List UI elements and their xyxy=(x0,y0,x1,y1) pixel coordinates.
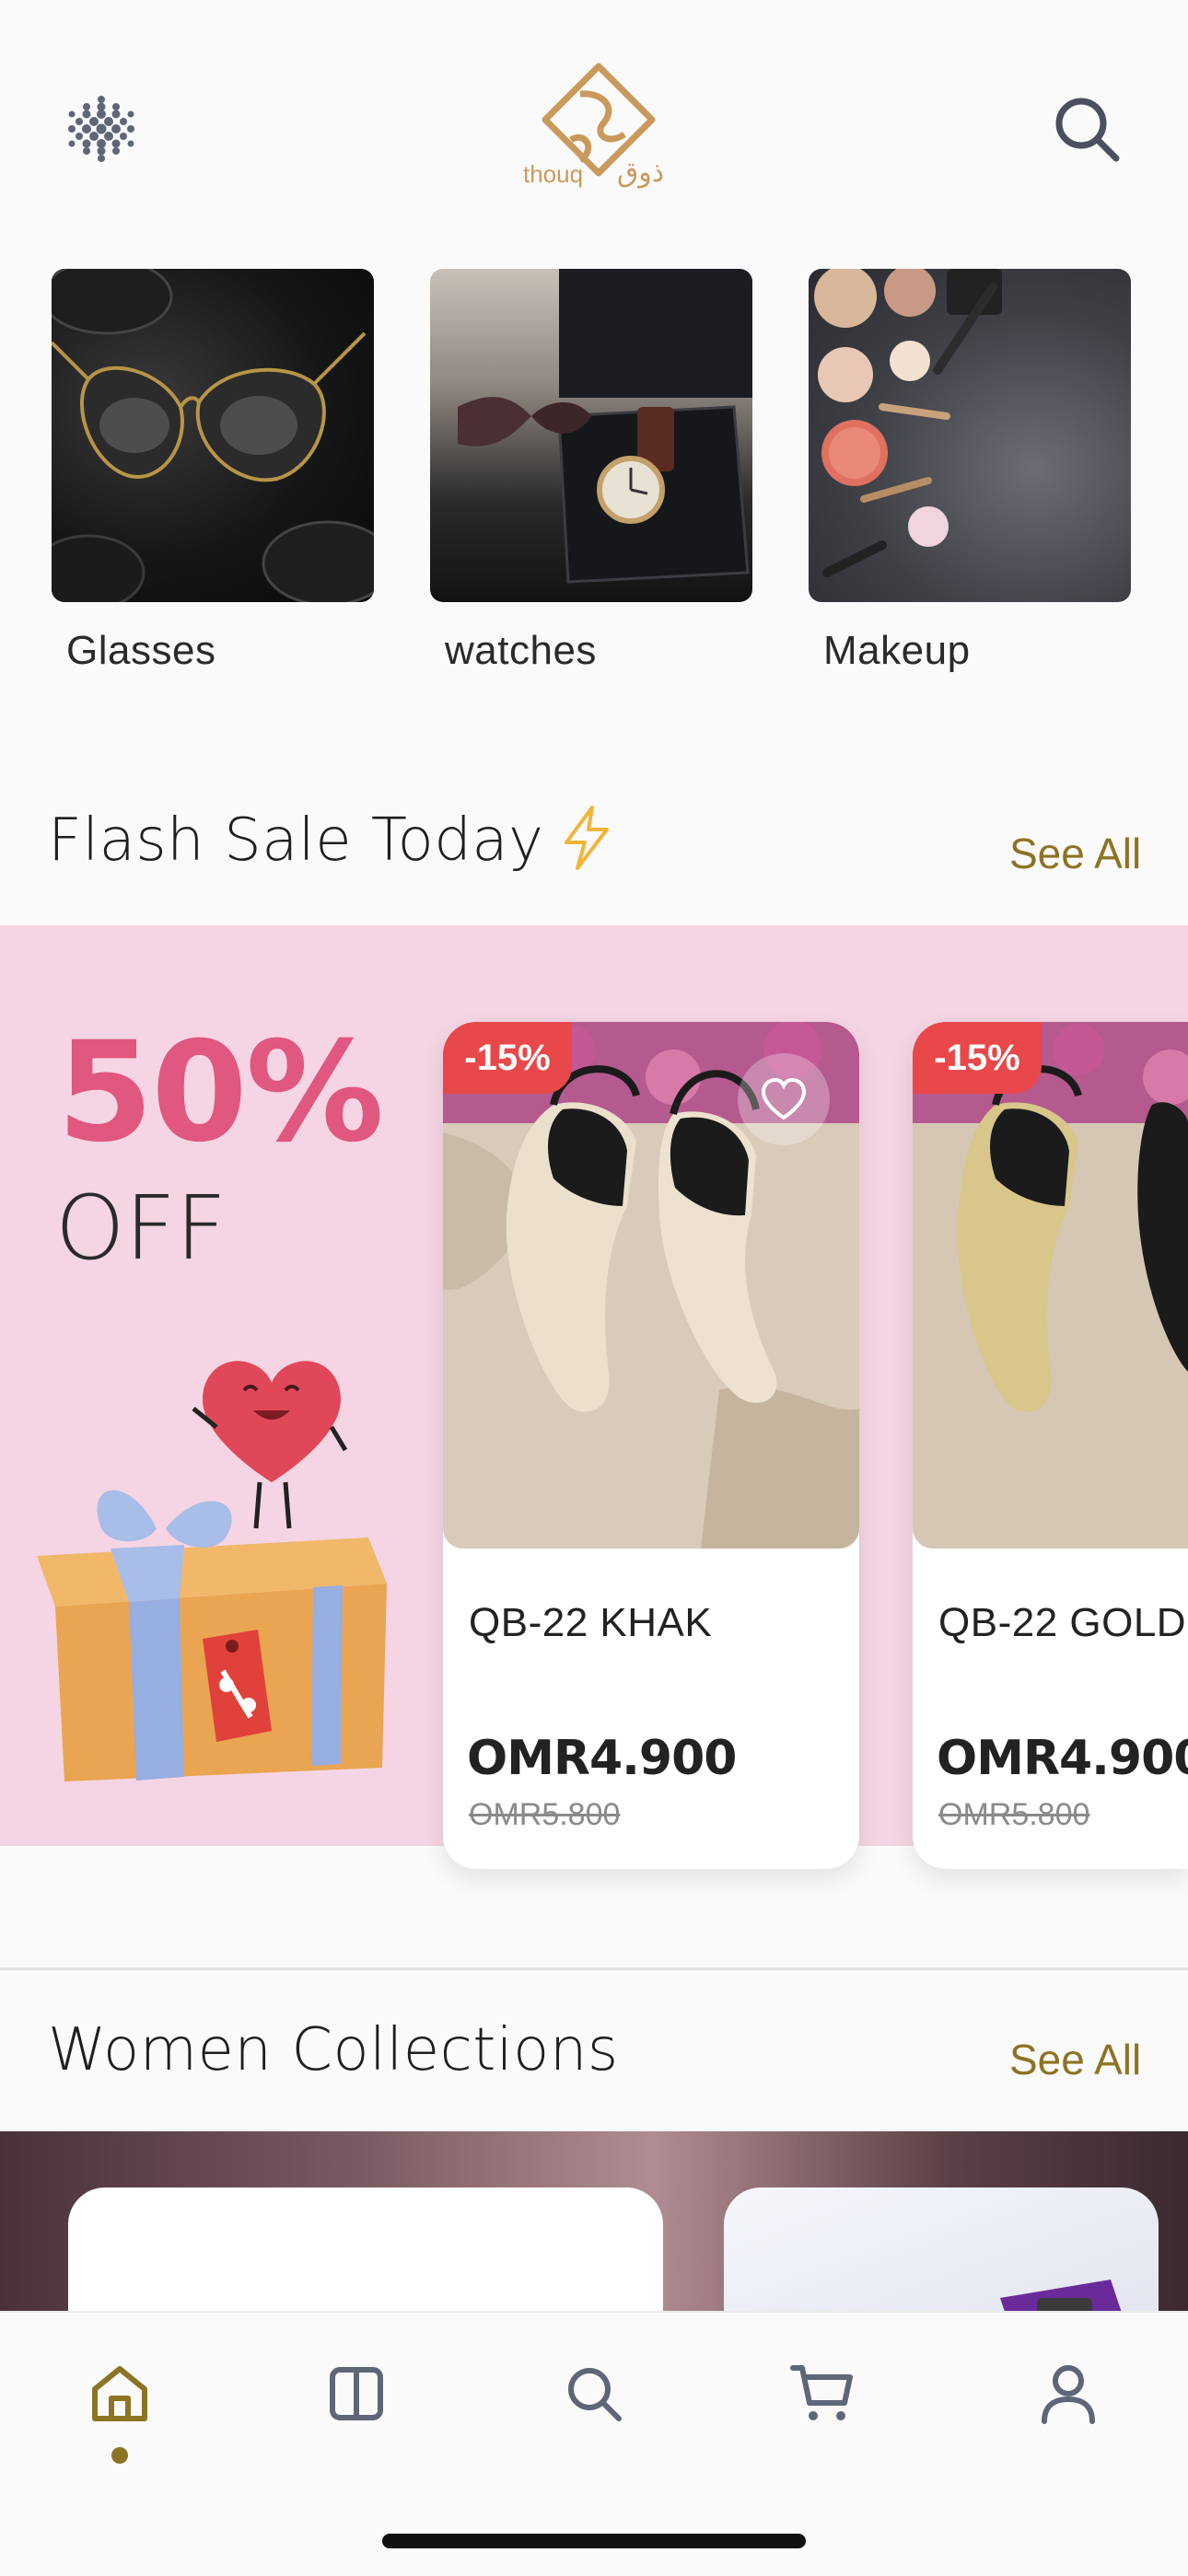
favorite-heart-icon[interactable] xyxy=(738,1053,830,1145)
nav-home[interactable] xyxy=(74,2348,166,2440)
product-card[interactable]: -15% QB-22 GOLD OMR4.900 OMR5.800 xyxy=(913,1022,1188,1869)
flash-sale-header: Flash Sale Today xyxy=(48,806,612,875)
search-icon xyxy=(568,2368,622,2421)
flash-sale-see-all-link[interactable]: See All xyxy=(1009,829,1141,878)
product-old-price: OMR5.800 xyxy=(938,1797,1090,1832)
discount-badge: -15% xyxy=(913,1022,1042,1094)
nav-cart[interactable] xyxy=(776,2348,868,2440)
brand-logo: thouq ذوق xyxy=(516,57,681,195)
active-indicator-dot xyxy=(111,2447,128,2464)
category-image xyxy=(52,269,374,602)
menu-grid-icon[interactable] xyxy=(63,90,140,168)
discount-badge: -15% xyxy=(443,1022,572,1094)
product-image: -15% xyxy=(443,1022,859,1549)
nav-profile[interactable] xyxy=(1022,2348,1114,2440)
catalog-icon xyxy=(330,2367,383,2420)
promo-percent: 50% xyxy=(57,1013,384,1173)
product-old-price: OMR5.800 xyxy=(469,1797,621,1832)
logo-arabic-text: ذوق xyxy=(617,157,665,189)
category-makeup[interactable]: Makeup xyxy=(809,269,1131,674)
category-label: Makeup xyxy=(823,628,971,673)
women-see-all-link[interactable]: See All xyxy=(1009,2035,1141,2084)
women-collections-title: Women Collections xyxy=(48,2016,619,2084)
search-icon[interactable] xyxy=(1050,92,1124,166)
category-image xyxy=(809,269,1131,602)
gift-box-illustration xyxy=(18,1252,405,1804)
product-image: -15% xyxy=(913,1022,1188,1549)
flash-sale-title: Flash Sale Today xyxy=(48,806,544,875)
product-name: QB-22 KHAK xyxy=(469,1600,713,1645)
cart-icon xyxy=(790,2365,853,2420)
section-divider xyxy=(0,1967,1188,1970)
category-image xyxy=(430,269,752,602)
home-icon xyxy=(92,2366,147,2421)
category-glasses[interactable]: Glasses xyxy=(52,269,374,674)
category-watches[interactable]: watches xyxy=(430,269,752,674)
logo-latin-text: thouq xyxy=(523,160,584,188)
product-price: OMR4.900 xyxy=(937,1731,1188,1786)
home-indicator xyxy=(382,2534,806,2548)
nav-search[interactable] xyxy=(548,2348,640,2440)
nav-catalog[interactable] xyxy=(310,2348,402,2440)
product-price: OMR4.900 xyxy=(467,1731,737,1786)
product-card[interactable]: -15% QB-22 KHAK OMR4.900 OMR5.800 xyxy=(443,1022,859,1869)
profile-icon xyxy=(1042,2365,1095,2424)
lightning-icon xyxy=(561,806,612,875)
category-label: watches xyxy=(445,628,597,673)
product-name: QB-22 GOLD xyxy=(938,1600,1187,1645)
category-label: Glasses xyxy=(66,628,216,673)
